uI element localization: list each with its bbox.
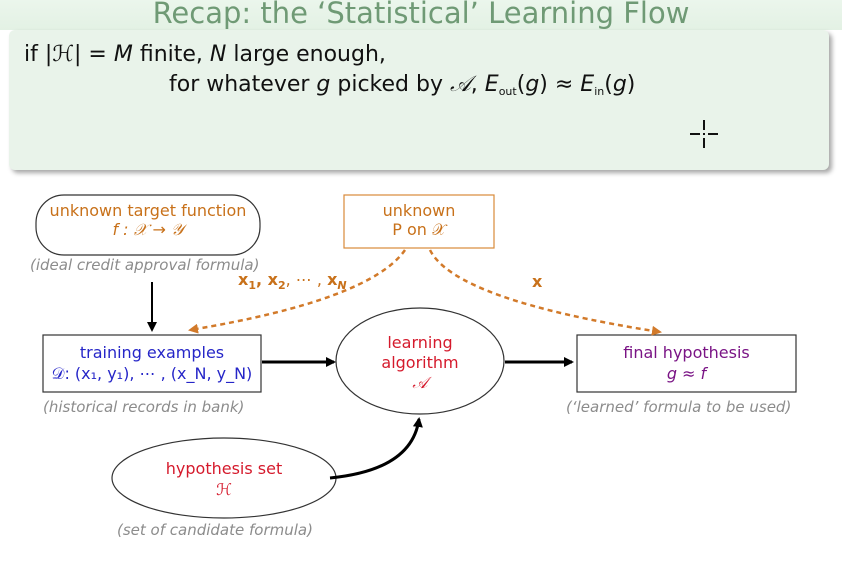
target-function-label: unknown target function f : 𝒳 → 𝒴 (49, 201, 247, 239)
target-caption: (ideal credit approval formula) (30, 256, 260, 274)
hypothesis-set-label: hypothesis set ℋ (165, 459, 283, 499)
final-caption: (‘learned’ formula to be used) (566, 398, 792, 416)
final-hypothesis-label: final hypothesis g ≈ f (623, 343, 750, 383)
training-examples-label: training examples 𝒟: (x₁, y₁), ⋯ , (x_N,… (51, 343, 253, 383)
learning-algorithm-label: learning algorithm 𝒜 (381, 333, 459, 392)
training-caption: (historical records in bank) (43, 398, 245, 416)
x-sample-label: x (532, 272, 543, 291)
hypothesis-caption: (set of candidate formula) (117, 521, 313, 539)
arrow-hypothesis-to-algorithm (329, 417, 423, 480)
distribution-label: unknown P on 𝒳 (382, 201, 456, 239)
samples-label: x1, x2, ⋯ , xN (238, 270, 347, 292)
